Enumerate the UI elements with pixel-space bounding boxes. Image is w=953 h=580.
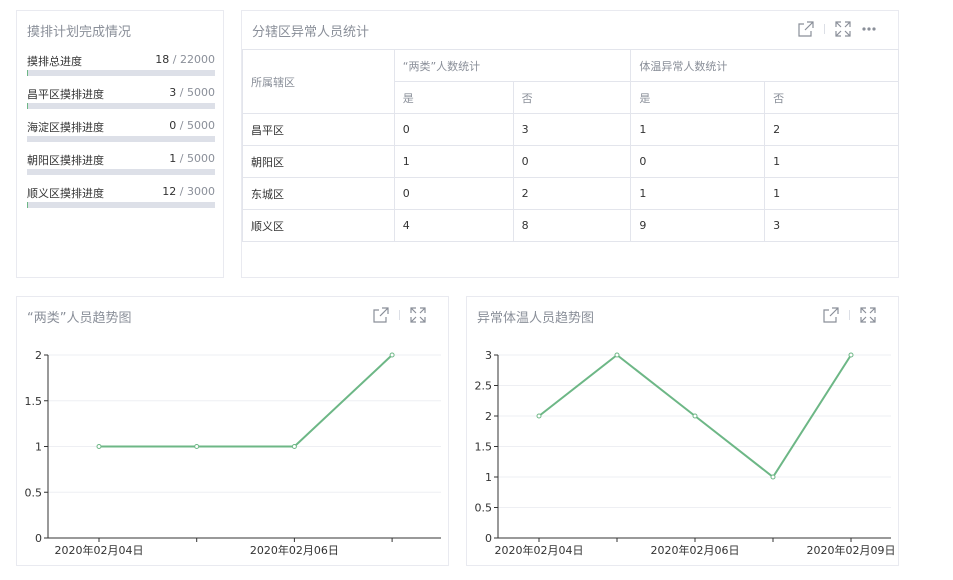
- plan-row-label: 摸排总进度: [27, 55, 82, 68]
- two-types-trend-card: “两类”人员趋势图 0 0.5 1 1.5 2 2020年02月04日 2020年02月06…: [16, 296, 449, 566]
- table-row: 顺义区 4 8 9 3: [242, 209, 899, 242]
- count-cell: 3: [764, 209, 899, 242]
- more-icon[interactable]: [861, 21, 877, 37]
- count-cell: 0: [630, 145, 766, 178]
- count-cell: 2: [764, 113, 899, 146]
- group1-yes-header: 是: [393, 81, 514, 114]
- x-tick-label: 2020年02月04日: [55, 543, 144, 557]
- plan-row-done: 12: [162, 185, 177, 198]
- table-row: 昌平区 0 3 1 2: [242, 113, 899, 146]
- data-point: [614, 352, 620, 358]
- plan-row-label: 顺义区摸排进度: [27, 187, 104, 200]
- data-point: [96, 444, 102, 449]
- plan-row-label: 朝阳区摸排进度: [27, 154, 104, 167]
- plan-row-separator: /: [179, 152, 184, 165]
- plan-row-value: 1 / 5000: [169, 152, 215, 165]
- count-cell: 2: [512, 177, 632, 210]
- y-tick-label: 1.5: [25, 395, 43, 408]
- plan-row-done: 18: [155, 53, 170, 66]
- plan-progress-bar: [27, 202, 215, 208]
- y-tick-label: 1: [35, 441, 42, 454]
- y-tick-label: 0: [35, 532, 42, 545]
- data-point: [194, 444, 200, 449]
- abnormal-card-toolbar: [798, 21, 877, 37]
- plan-row-label: 海淀区摸排进度: [27, 121, 104, 134]
- plan-row-value: 0 / 5000: [169, 119, 215, 132]
- y-tick-label: 1.5: [475, 441, 493, 454]
- plan-row-total: 5000: [187, 86, 215, 99]
- x-tick-label: 2020年02月09日: [807, 543, 896, 557]
- district-cell: 东城区: [242, 177, 395, 210]
- y-tick-label: 3: [485, 349, 492, 362]
- y-tick-label: 1: [485, 471, 492, 484]
- table-row: 朝阳区 1 0 0 1: [242, 145, 899, 178]
- count-cell: 1: [630, 113, 766, 146]
- data-point: [536, 413, 542, 419]
- x-tick-label: 2020年02月06日: [250, 543, 339, 557]
- plan-row-total: 22000: [180, 53, 215, 66]
- plan-progress-bar: [27, 169, 215, 175]
- plan-progress-card: 摸排计划完成情况 摸排总进度 18 / 22000 昌平区摸排进度 3 / 5000 海…: [16, 10, 224, 278]
- count-cell: 1: [393, 145, 514, 178]
- count-cell: 0: [512, 145, 632, 178]
- plan-progress-bar: [27, 70, 215, 76]
- abnormal-temp-trend-card: 异常体温人员趋势图 0 0.5 1 1.5 2 2.5 3 2020年02月04日 2020年0…: [466, 296, 899, 566]
- group1-header: “两类”人数统计: [393, 49, 632, 82]
- plan-row-separator: /: [179, 86, 184, 99]
- plan-progress-fill: [27, 202, 28, 208]
- district-cell: 顺义区: [242, 209, 395, 242]
- plan-row-value: 12 / 3000: [162, 185, 215, 198]
- data-point: [848, 352, 854, 358]
- y-tick-label: 2.5: [475, 380, 493, 393]
- x-tick-label: 2020年02月06日: [651, 543, 740, 557]
- count-cell: 9: [630, 209, 766, 242]
- plan-progress-bar: [27, 136, 215, 142]
- table-row: 东城区 0 2 1 1: [242, 177, 899, 210]
- plan-row-separator: /: [172, 53, 177, 66]
- plan-row-value: 18 / 22000: [155, 53, 215, 66]
- group1-no-header: 否: [512, 81, 632, 114]
- plan-row-separator: /: [179, 185, 184, 198]
- data-point: [291, 444, 297, 449]
- count-cell: 4: [393, 209, 514, 242]
- group2-no-header: 否: [764, 81, 899, 114]
- data-point: [389, 352, 395, 358]
- plan-row-total: 3000: [187, 185, 215, 198]
- plan-progress-bar: [27, 103, 215, 109]
- x-tick-label: 2020年02月04日: [495, 543, 584, 557]
- abnormal-card-title: 分辖区异常人员统计: [252, 25, 370, 40]
- toolbar-divider: [824, 24, 825, 34]
- data-point: [692, 413, 698, 419]
- abnormal-temp-line-chart: 0 0.5 1 1.5 2 2.5 3 2020年02月04日 2020年02月06日 2020年…: [475, 349, 896, 557]
- count-cell: 8: [512, 209, 632, 242]
- y-tick-label: 2: [485, 410, 492, 423]
- district-header: 所属辖区: [242, 49, 395, 114]
- count-cell: 3: [512, 113, 632, 146]
- plan-row-separator: /: [179, 119, 184, 132]
- count-cell: 0: [393, 177, 514, 210]
- y-tick-label: 2: [35, 349, 42, 362]
- district-cell: 朝阳区: [242, 145, 395, 178]
- two-types-line-chart: 0 0.5 1 1.5 2 2020年02月04日 2020年02月06日: [25, 349, 441, 557]
- abnormal-stats-table: 所属辖区 “两类”人数统计 体温异常人数统计 是 否 是 否 昌平区 0 3 1 2 朝阳…: [242, 49, 899, 242]
- plan-row-label: 昌平区摸排进度: [27, 88, 104, 101]
- y-tick-label: 0.5: [25, 486, 43, 499]
- count-cell: 1: [764, 177, 899, 210]
- data-point: [770, 474, 776, 480]
- fullscreen-icon[interactable]: [835, 21, 851, 37]
- y-tick-label: 0.5: [475, 502, 493, 515]
- group2-header: 体温异常人数统计: [630, 49, 899, 82]
- plan-row-total: 5000: [187, 119, 215, 132]
- group2-yes-header: 是: [630, 81, 766, 114]
- abnormal-stats-card: 分辖区异常人员统计 所属辖区 “两类”人数统计 体温异常人数统计 是 否 是 否…: [241, 10, 899, 278]
- plan-card-title: 摸排计划完成情况: [27, 25, 132, 40]
- y-tick-label: 0: [485, 532, 492, 545]
- district-cell: 昌平区: [242, 113, 395, 146]
- count-cell: 0: [393, 113, 514, 146]
- plan-row-value: 3 / 5000: [169, 86, 215, 99]
- external-link-icon[interactable]: [798, 21, 814, 37]
- count-cell: 1: [764, 145, 899, 178]
- plan-row-total: 5000: [187, 152, 215, 165]
- count-cell: 1: [630, 177, 766, 210]
